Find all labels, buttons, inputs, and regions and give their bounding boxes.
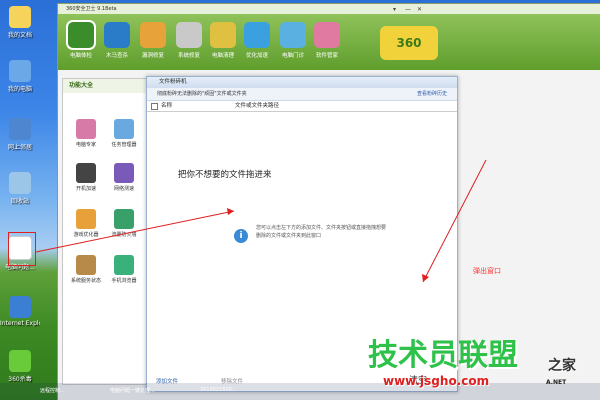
arrow-head [422, 274, 429, 282]
taskbar-item[interactable]: 2013021820... [200, 387, 237, 393]
arrow-head [227, 208, 234, 215]
watermark-suffix: 之家 [548, 358, 576, 374]
desktop: 我的文档 我的电脑 网上邻居 回收站 电脑问题... Internet Expl… [0, 0, 600, 400]
watermark-url: www.jsgho.com [383, 374, 490, 388]
watermark-title: 技术员联盟 [368, 338, 518, 373]
taskbar-item[interactable]: 远程控制... [40, 387, 65, 394]
taskbar-item[interactable]: 电脑问题一键处理... [110, 387, 155, 394]
popup-arrow [422, 159, 487, 283]
taskbar: 远程控制... 电脑问题一键处理... 2013021820... [0, 383, 600, 400]
popup-annotation: 弹出窗口 [473, 267, 501, 275]
drag-arrow [35, 210, 235, 253]
watermark-domain: A.NET [546, 379, 567, 386]
